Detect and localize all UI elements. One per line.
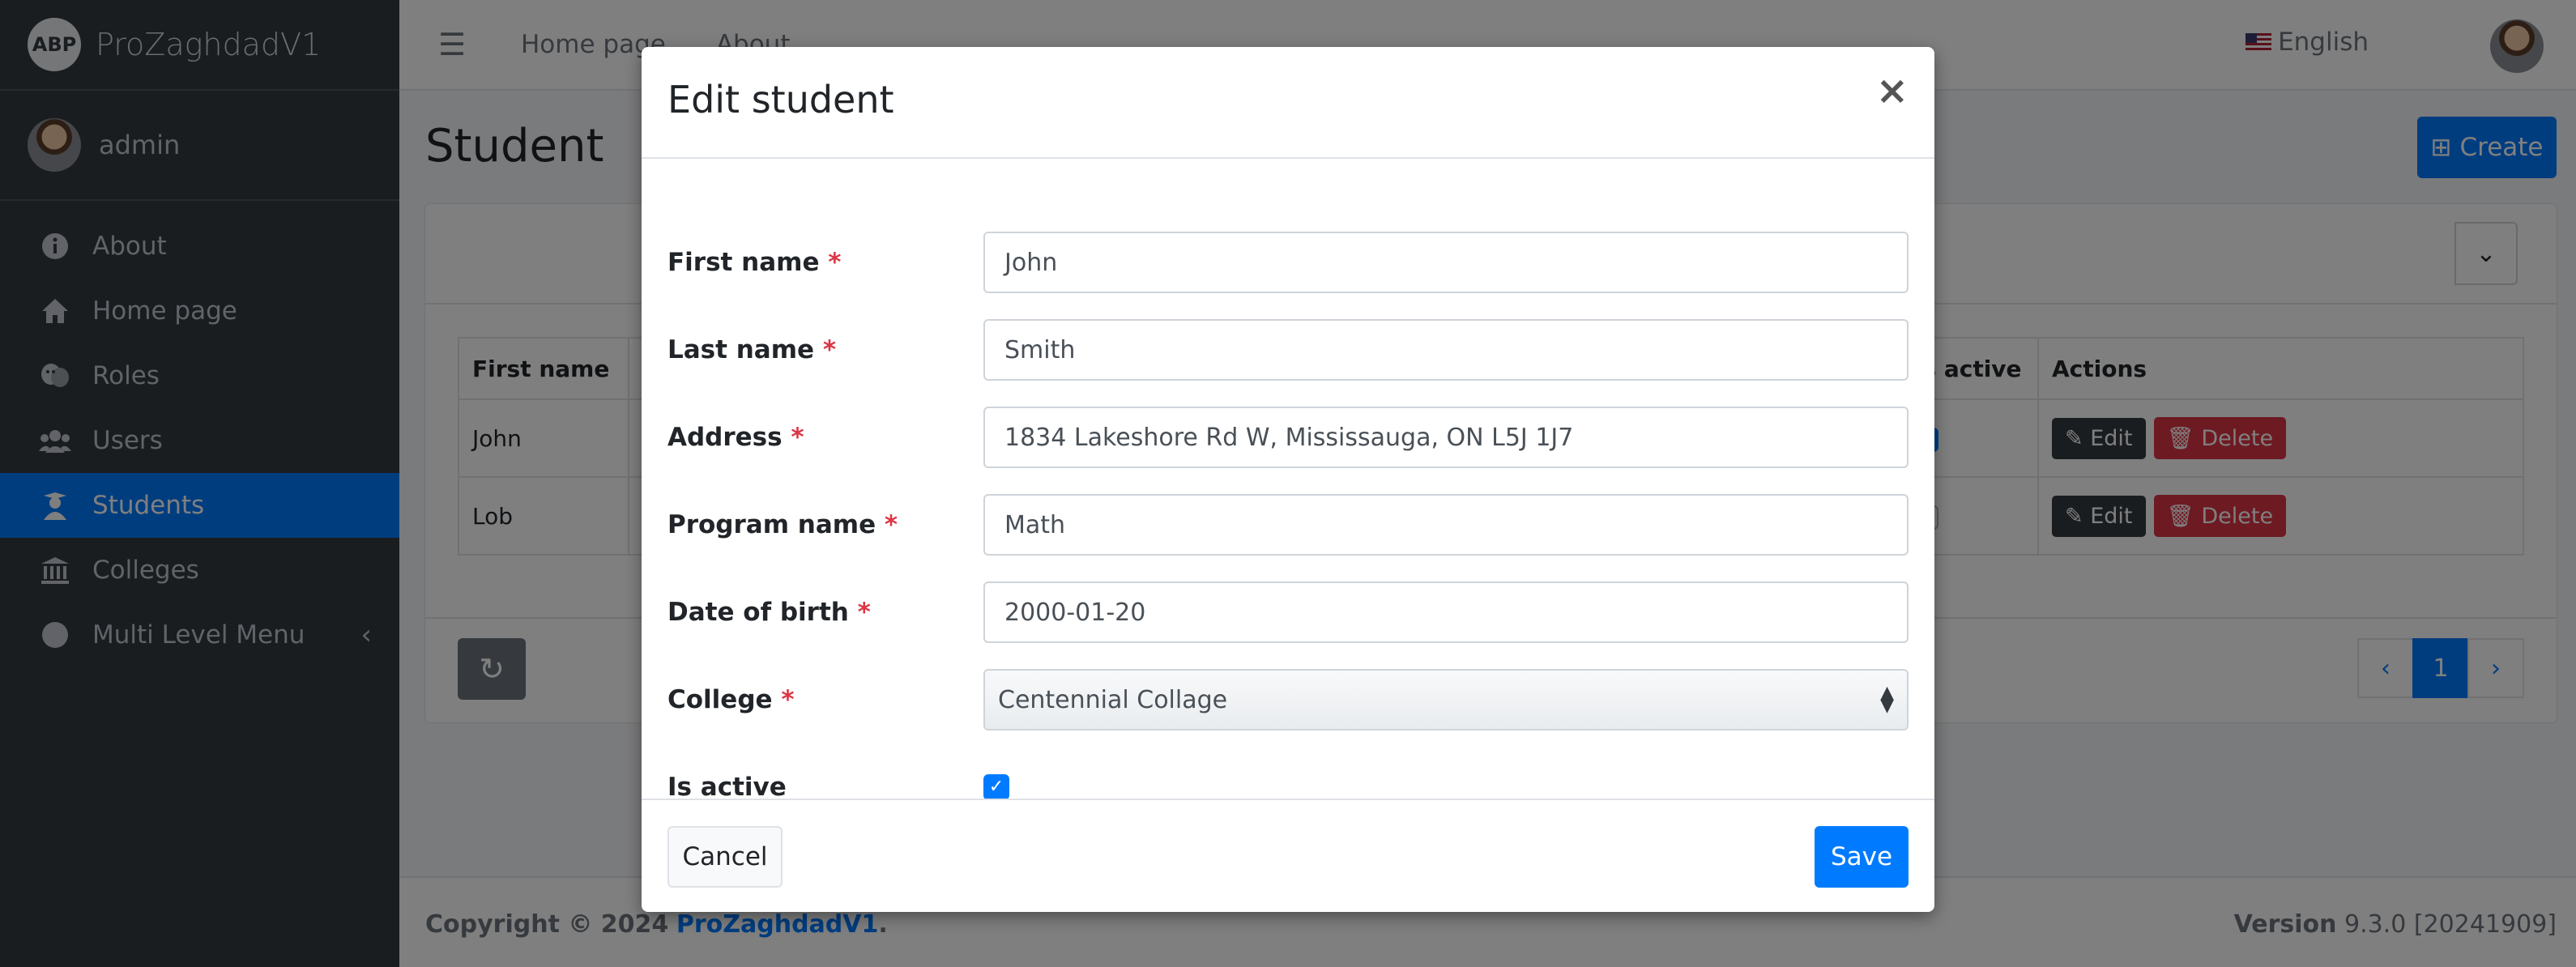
cancel-button[interactable]: Cancel	[667, 826, 783, 888]
first-name-row: First name * John	[667, 232, 1909, 293]
college-row: College * Centennial Collage ▲ ▼	[667, 669, 1909, 731]
college-select[interactable]: Centennial Collage ▲ ▼	[983, 669, 1909, 731]
program-row: Program name * Math	[667, 494, 1909, 556]
close-icon[interactable]: ×	[1876, 68, 1909, 113]
dob-label: Date of birth *	[667, 598, 871, 627]
dob-row: Date of birth * 2000-01-20	[667, 581, 1909, 643]
last-name-input[interactable]: Smith	[983, 319, 1909, 381]
last-name-row: Last name * Smith	[667, 319, 1909, 381]
college-select-value: Centennial Collage	[998, 685, 1228, 714]
is-active-checkbox[interactable]: ✓	[983, 774, 1009, 800]
first-name-input[interactable]: John	[983, 232, 1909, 293]
modal-footer: Cancel Save	[642, 799, 1934, 912]
program-input[interactable]: Math	[983, 494, 1909, 556]
modal-body: First name * John Last name * Smith Addr…	[642, 160, 1934, 802]
last-name-label: Last name *	[667, 335, 837, 364]
edit-student-modal: Edit student × First name * John Last na…	[642, 47, 1934, 912]
save-button[interactable]: Save	[1815, 826, 1909, 888]
modal-title: Edit student	[667, 78, 894, 121]
select-arrows-icon: ▲ ▼	[1880, 683, 1894, 716]
address-row: Address * 1834 Lakeshore Rd W, Mississau…	[667, 407, 1909, 468]
is-active-label: Is active	[667, 773, 787, 802]
first-name-label: First name *	[667, 248, 842, 277]
address-input[interactable]: 1834 Lakeshore Rd W, Mississauga, ON L5J…	[983, 407, 1909, 468]
modal-header: Edit student ×	[642, 47, 1934, 159]
college-label: College *	[667, 685, 795, 714]
dob-input[interactable]: 2000-01-20	[983, 581, 1909, 643]
program-label: Program name *	[667, 510, 898, 539]
address-label: Address *	[667, 423, 804, 452]
